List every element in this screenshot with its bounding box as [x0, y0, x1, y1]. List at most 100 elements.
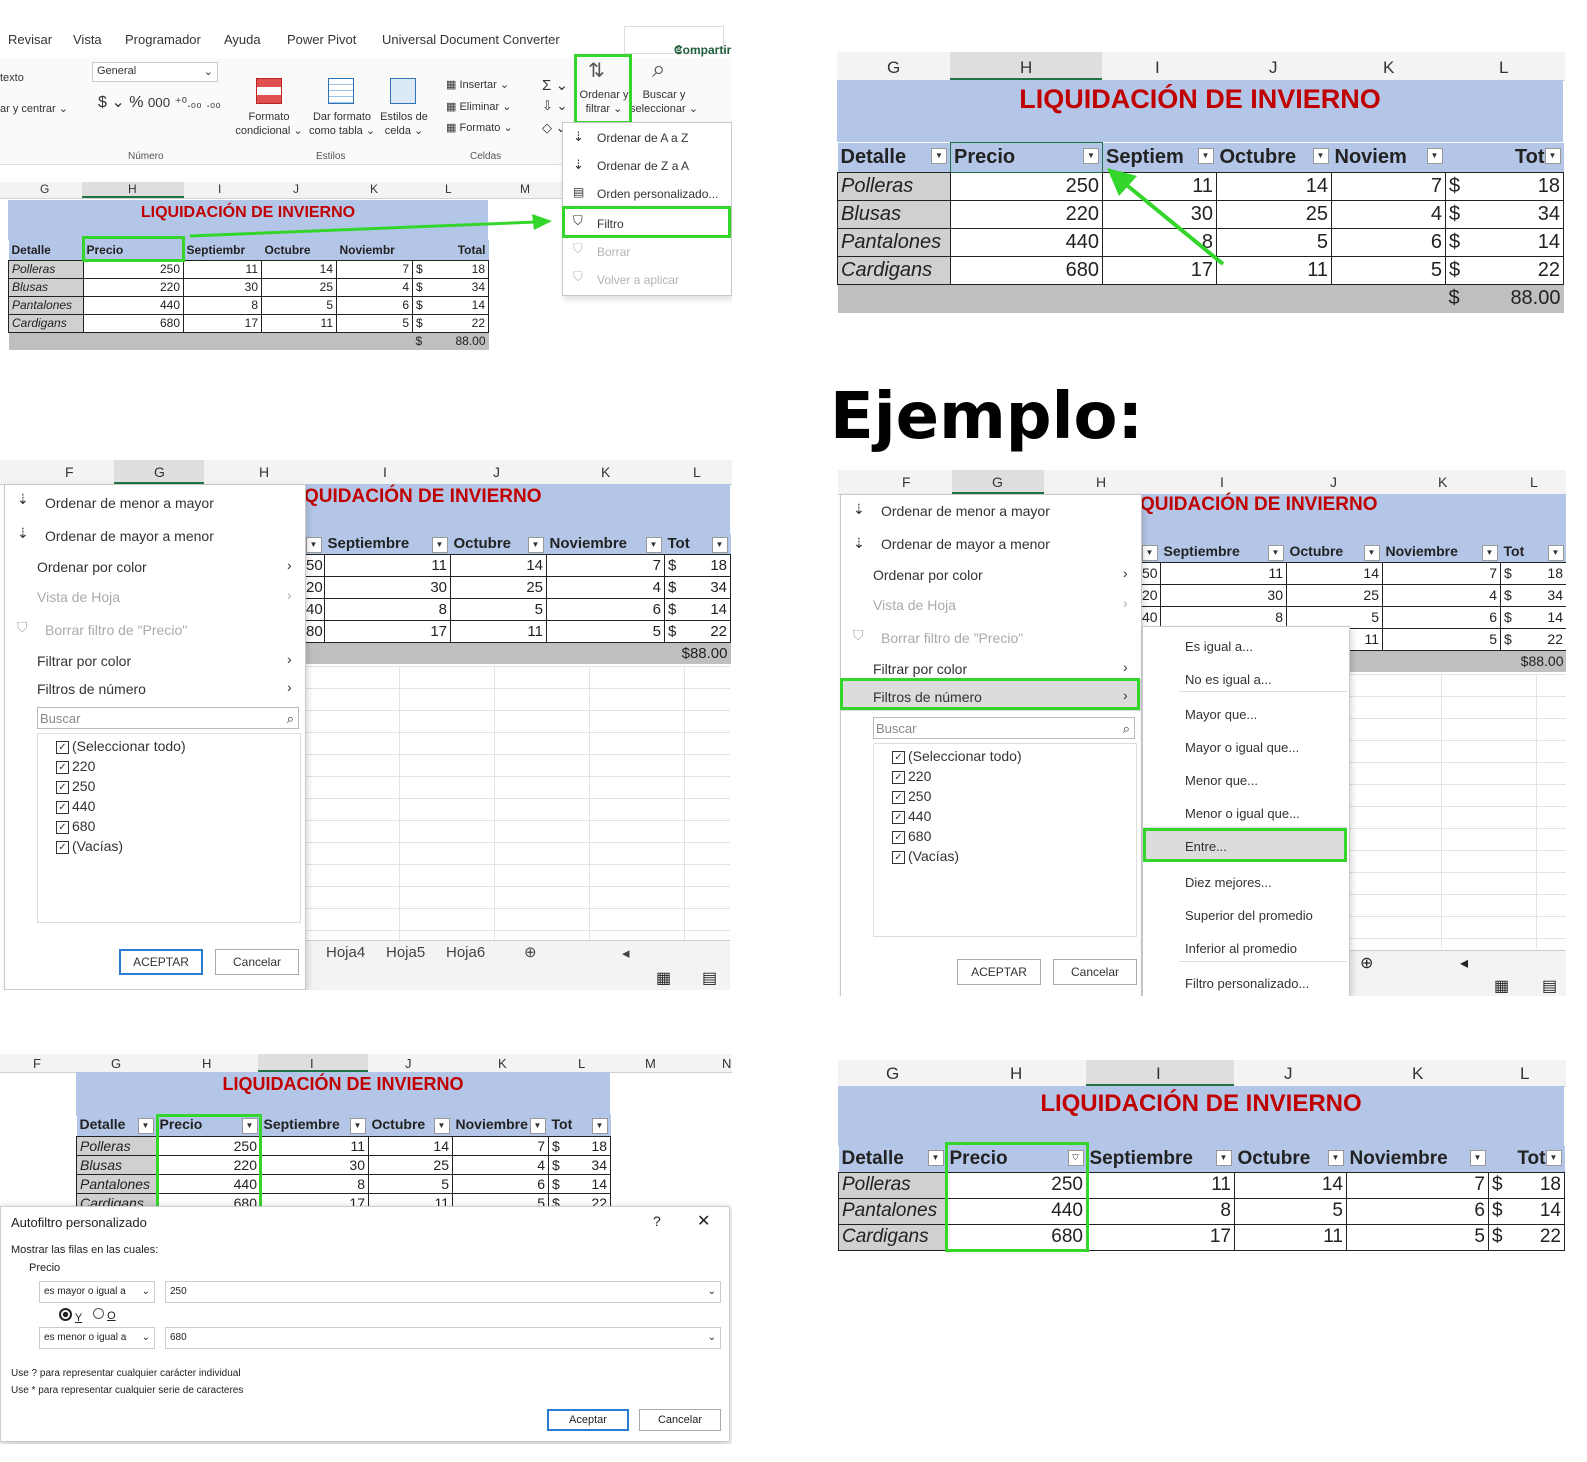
header-octubre[interactable]: Octubre ▼: [1286, 542, 1383, 563]
col-k[interactable]: K: [1383, 58, 1394, 78]
menu-sort-asc[interactable]: Ordenar de menor a mayor: [45, 495, 214, 511]
cell[interactable]: $34: [1445, 200, 1564, 229]
cell[interactable]: 25: [450, 575, 547, 599]
col-k[interactable]: K: [601, 464, 610, 480]
close-icon[interactable]: ✕: [697, 1211, 710, 1231]
list-item[interactable]: ✓ 680: [892, 828, 1136, 844]
add-sheet-icon[interactable]: ⊕: [1360, 953, 1373, 973]
header-septiembre[interactable]: Septiembre ▼: [1086, 1146, 1235, 1173]
cell[interactable]: 7: [1346, 1171, 1489, 1199]
header-septiembre[interactable]: Septiembre ▼: [1160, 542, 1287, 563]
and-radio[interactable]: Y: [59, 1308, 82, 1324]
cell[interactable]: 5: [1382, 627, 1501, 651]
col-g[interactable]: G: [40, 182, 49, 196]
cell[interactable]: $18: [548, 1135, 611, 1156]
col-l[interactable]: L: [1499, 58, 1508, 78]
operator2-select[interactable]: es menor o igual a ⌄: [39, 1327, 155, 1349]
format-as-table-label[interactable]: Dar formato como tabla ⌄: [304, 110, 380, 138]
col-l[interactable]: L: [693, 464, 701, 480]
cell[interactable]: 7: [452, 1135, 549, 1156]
cell[interactable]: $34: [1500, 583, 1566, 607]
menu-number-filters[interactable]: Filtros de número: [873, 689, 982, 705]
col-g[interactable]: G: [992, 474, 1003, 490]
help-button[interactable]: ?: [653, 1213, 661, 1229]
header-septiembre[interactable]: Septiembre ▼: [260, 1114, 369, 1137]
cell-styles-icon[interactable]: [390, 78, 416, 104]
col-h[interactable]: H: [202, 1056, 211, 1071]
delete-button[interactable]: ▦ Eliminar ⌄: [446, 100, 511, 113]
cell[interactable]: $18: [664, 553, 731, 577]
cell[interactable]: 4: [546, 575, 665, 599]
menu-filtro[interactable]: Filtro: [597, 217, 624, 231]
header-noviembre[interactable]: Noviembre ▼: [452, 1114, 549, 1137]
cell[interactable]: 6: [1331, 228, 1446, 257]
col-k[interactable]: K: [370, 182, 378, 196]
cell[interactable]: 6: [546, 597, 665, 621]
cell[interactable]: 680: [946, 1223, 1087, 1251]
col-g[interactable]: G: [886, 1064, 899, 1084]
cell[interactable]: $34: [664, 575, 731, 599]
fill-icon[interactable]: ⇩ ⌄: [542, 98, 567, 114]
cell[interactable]: 5: [1331, 256, 1446, 285]
cell[interactable]: 5: [1234, 1197, 1347, 1225]
cell[interactable]: 25: [368, 1154, 453, 1175]
search-input[interactable]: Buscar ⌕: [37, 707, 299, 729]
cell-styles-label[interactable]: Estilos de celda ⌄: [376, 110, 432, 138]
list-item[interactable]: ✓ (Vacías): [892, 848, 1136, 864]
col-l[interactable]: L: [1520, 1064, 1529, 1084]
cell[interactable]: 14: [1286, 561, 1383, 585]
header-precio[interactable]: Precio: [83, 240, 184, 261]
col-f[interactable]: F: [65, 464, 74, 480]
col-i[interactable]: I: [218, 182, 221, 196]
page-layout-icon[interactable]: ▤: [1542, 976, 1557, 996]
cell[interactable]: $18: [412, 259, 489, 279]
cell[interactable]: 7: [336, 259, 413, 279]
col-j[interactable]: J: [1269, 58, 1278, 78]
grand-total[interactable]: $88.00: [412, 332, 489, 350]
cell[interactable]: 680: [83, 313, 184, 333]
cell[interactable]: 40: [304, 597, 325, 621]
submenu-custom[interactable]: Filtro personalizado...: [1185, 976, 1309, 991]
number-format-select[interactable]: General ⌄: [92, 62, 218, 82]
cell[interactable]: 8: [183, 295, 262, 315]
list-item[interactable]: ✓ 250: [892, 788, 1136, 804]
col-h[interactable]: H: [128, 182, 137, 196]
header-detalle[interactable]: Detalle ▼: [76, 1114, 157, 1137]
share-button[interactable]: ⇪ Compartir: [624, 26, 731, 57]
cell[interactable]: 5: [1286, 605, 1383, 629]
submenu-equal[interactable]: Es igual a...: [1185, 639, 1253, 654]
cell[interactable]: 220: [156, 1154, 261, 1175]
grand-total[interactable]: $88.00: [664, 642, 731, 664]
list-item[interactable]: ✓ (Vacías): [56, 838, 300, 854]
cell[interactable]: 6: [452, 1173, 549, 1194]
submenu-below-avg[interactable]: Inferior al promedio: [1185, 941, 1297, 956]
col-i[interactable]: I: [1155, 58, 1160, 78]
tab-udc[interactable]: Universal Document Converter: [382, 32, 560, 47]
submenu-top10[interactable]: Diez mejores...: [1185, 875, 1272, 890]
sort-filter-button[interactable]: ⇅ Ordenar y filtrar ⌄: [578, 58, 629, 126]
col-j[interactable]: J: [493, 464, 500, 480]
cell[interactable]: 11: [1160, 561, 1287, 585]
scroll-left-icon[interactable]: ◂: [622, 944, 630, 962]
menu-filter-color[interactable]: Filtrar por color: [873, 661, 967, 677]
header-precio[interactable]: Precio ▼: [156, 1114, 261, 1137]
col-i[interactable]: I: [383, 464, 387, 480]
cell[interactable]: 7: [1331, 172, 1446, 201]
col-n[interactable]: N: [722, 1056, 731, 1071]
col-l[interactable]: L: [1530, 474, 1538, 490]
cell[interactable]: 11: [1086, 1171, 1235, 1199]
header-octubre[interactable]: Octubre ▼: [368, 1114, 453, 1137]
submenu-not-equal[interactable]: No es igual a...: [1185, 672, 1272, 687]
autosum-icon[interactable]: Σ ⌄: [542, 76, 568, 94]
col-l[interactable]: L: [578, 1056, 585, 1071]
col-k[interactable]: K: [1412, 1064, 1423, 1084]
cell[interactable]: $14: [1500, 605, 1566, 629]
cell[interactable]: 5: [336, 313, 413, 333]
cell[interactable]: 30: [183, 277, 262, 297]
list-item[interactable]: ✓ 220: [56, 758, 300, 774]
cell[interactable]: 30: [260, 1154, 369, 1175]
cell[interactable]: 4: [1331, 200, 1446, 229]
submenu-greater-equal[interactable]: Mayor o igual que...: [1185, 740, 1299, 755]
cell[interactable]: 220: [950, 200, 1103, 229]
col-i[interactable]: I: [1220, 474, 1224, 490]
